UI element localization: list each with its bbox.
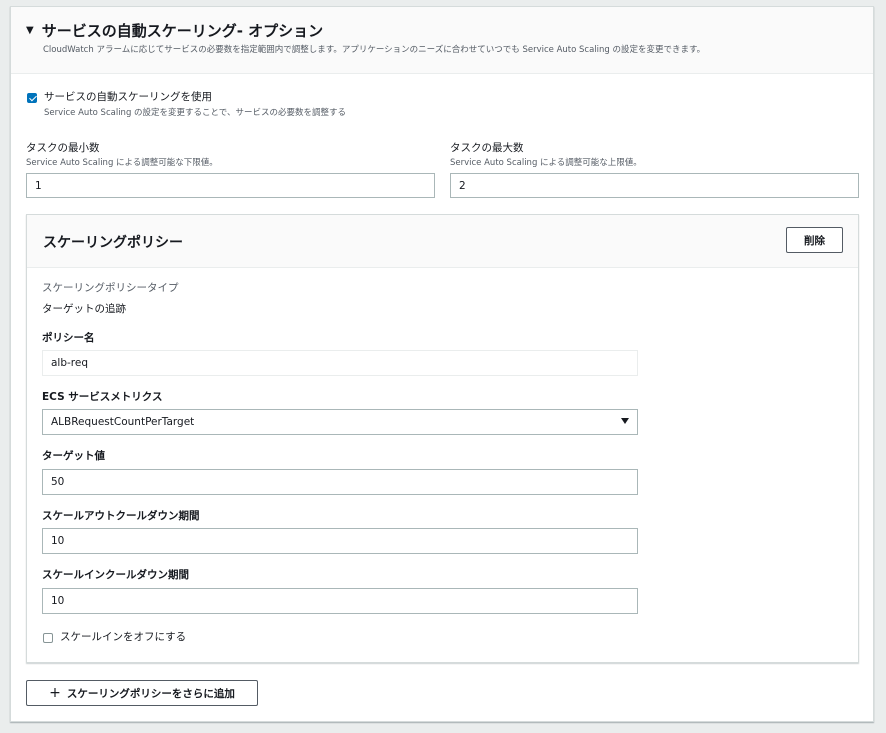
max-tasks-input[interactable]: 2 — [450, 173, 859, 198]
min-tasks-hint: Service Auto Scaling による調整可能な下限値。 — [26, 158, 218, 168]
policy-type-value: ターゲットの追跡 — [42, 303, 126, 315]
policy-name-label: ポリシー名 — [42, 332, 95, 344]
target-value-label: ターゲット値 — [42, 450, 105, 462]
use-autoscaling-hint: Service Auto Scaling の設定を変更することで、サービスの必要… — [44, 108, 346, 118]
min-tasks-label: タスクの最小数 — [26, 142, 100, 154]
scaling-policy-title: スケーリングポリシー — [43, 235, 183, 251]
policy-name-input[interactable]: alb-req — [42, 350, 638, 376]
policy-type-label: スケーリングポリシータイプ — [42, 282, 179, 294]
scaling-policy-card: スケーリングポリシー 削除 スケーリングポリシータイプ ターゲットの追跡 ポリシ… — [26, 214, 859, 663]
max-tasks-hint: Service Auto Scaling による調整可能な上限値。 — [450, 158, 642, 168]
metric-select[interactable]: ALBRequestCountPerTarget — [42, 409, 638, 435]
metric-label: ECS サービスメトリクス — [42, 391, 163, 403]
max-tasks-label: タスクの最大数 — [450, 142, 524, 154]
scaling-policy-header: スケーリングポリシー 削除 — [27, 215, 858, 268]
scale-in-cooldown-label: スケールインクールダウン期間 — [42, 569, 189, 581]
use-autoscaling-label: サービスの自動スケーリングを使用 — [44, 91, 212, 103]
use-autoscaling-checkbox[interactable] — [27, 93, 37, 103]
scale-in-cooldown-input[interactable]: 10 — [42, 588, 638, 614]
scale-out-cooldown-input[interactable]: 10 — [42, 528, 638, 554]
section-header: ▼ サービスの自動スケーリング- オプション CloudWatch アラームに応… — [11, 7, 873, 74]
disable-scale-in-label: スケールインをオフにする — [60, 631, 187, 643]
add-scaling-policy-button[interactable]: + スケーリングポリシーをさらに追加 — [26, 680, 258, 706]
dropdown-arrow-icon — [621, 418, 629, 424]
disable-scale-in-checkbox[interactable] — [43, 633, 53, 643]
scale-out-cooldown-label: スケールアウトクールダウン期間 — [42, 510, 200, 522]
section-title: サービスの自動スケーリング- オプション — [41, 22, 324, 40]
plus-icon: + — [49, 685, 61, 701]
min-tasks-input[interactable]: 1 — [26, 173, 435, 198]
section-toggle[interactable]: ▼ サービスの自動スケーリング- オプション — [26, 20, 323, 41]
add-scaling-policy-label: スケーリングポリシーをさらに追加 — [66, 687, 235, 700]
metric-select-value: ALBRequestCountPerTarget — [51, 416, 195, 428]
delete-policy-button[interactable]: 削除 — [786, 227, 843, 253]
target-value-input[interactable]: 50 — [42, 469, 638, 495]
autoscaling-panel: ▼ サービスの自動スケーリング- オプション CloudWatch アラームに応… — [10, 6, 874, 722]
caret-down-icon: ▼ — [26, 25, 34, 36]
section-description: CloudWatch アラームに応じてサービスの必要数を指定範囲内で調整します。… — [43, 45, 706, 55]
